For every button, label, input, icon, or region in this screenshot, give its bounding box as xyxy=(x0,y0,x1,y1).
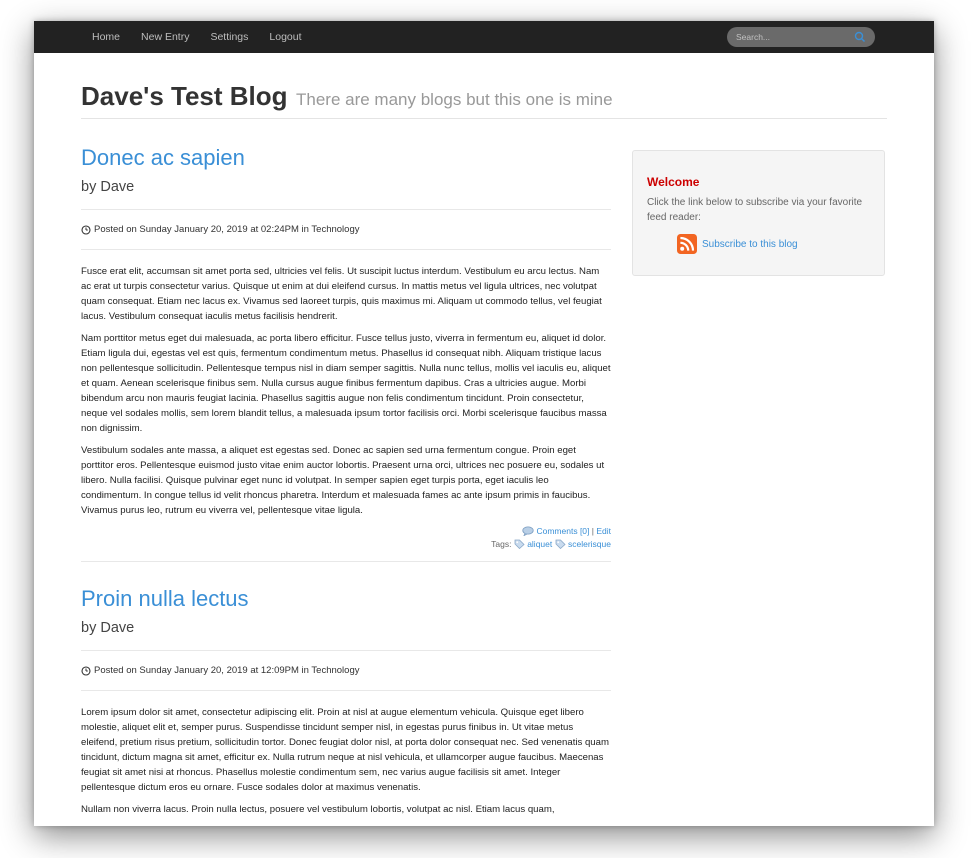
nav-home-link[interactable]: Home xyxy=(92,31,120,43)
post-paragraph: Vestibulum sodales ante massa, a aliquet… xyxy=(81,445,605,516)
widget-title: Welcome xyxy=(647,175,700,189)
search-box xyxy=(727,27,875,47)
site-title[interactable]: Dave's Test Blog xyxy=(81,81,288,111)
top-navbar: Home New Entry Settings Logout xyxy=(34,21,934,53)
main-column: Donec ac sapien by Dave Posted on Sunday… xyxy=(81,145,611,824)
post-divider xyxy=(81,561,611,562)
post-paragraph: Nam porttitor metus eget dui malesuada, … xyxy=(81,333,611,434)
blog-post: Proin nulla lectus by Dave Posted on Sun… xyxy=(81,586,611,817)
nav-settings-link[interactable]: Settings xyxy=(210,31,248,43)
rss-icon[interactable] xyxy=(677,234,697,254)
post-byline: by Dave xyxy=(81,179,611,210)
search-input[interactable] xyxy=(736,32,846,42)
clock-icon xyxy=(81,665,91,676)
post-title-link[interactable]: Proin nulla lectus xyxy=(81,586,611,612)
welcome-widget: Welcome Click the link below to subscrib… xyxy=(632,150,885,276)
post-body: Lorem ipsum dolor sit amet, consectetur … xyxy=(81,691,611,817)
post-body: Fusce erat elit, accumsan sit amet porta… xyxy=(81,250,611,518)
post-paragraph: Lorem ipsum dolor sit amet, consectetur … xyxy=(81,707,609,793)
blog-header: Dave's Test Blog There are many blogs bu… xyxy=(81,81,887,119)
post-meta-text: Posted on Sunday January 20, 2019 at 02:… xyxy=(94,224,360,235)
site-tagline: There are many blogs but this one is min… xyxy=(296,90,613,109)
nav-logout-link[interactable]: Logout xyxy=(269,31,301,43)
post-paragraph: Nullam non viverra lacus. Proin nulla le… xyxy=(81,804,555,815)
widget-text: Click the link below to subscribe via yo… xyxy=(647,197,863,223)
browser-window: Home New Entry Settings Logout Dave's Te… xyxy=(34,21,934,826)
post-footer: Comments [0] | Edit Tags: aliquet sceler… xyxy=(81,525,611,551)
post-byline: by Dave xyxy=(81,620,611,651)
nav-links: Home New Entry Settings Logout xyxy=(92,31,323,43)
comments-link[interactable]: Comments [0] xyxy=(536,526,589,536)
clock-icon xyxy=(81,224,91,235)
post-meta-text: Posted on Sunday January 20, 2019 at 12:… xyxy=(94,665,360,676)
page-content: Dave's Test Blog There are many blogs bu… xyxy=(81,53,887,815)
subscribe-row: Subscribe to this blog xyxy=(677,234,870,254)
nav-new-entry-link[interactable]: New Entry xyxy=(141,31,189,43)
edit-link[interactable]: Edit xyxy=(596,526,611,536)
tag-link[interactable]: aliquet xyxy=(527,539,552,549)
subscribe-link[interactable]: Subscribe to this blog xyxy=(702,239,798,250)
comments-icon xyxy=(522,526,534,537)
post-meta: Posted on Sunday January 20, 2019 at 12:… xyxy=(81,651,611,691)
search-icon[interactable] xyxy=(854,31,866,43)
post-title-link[interactable]: Donec ac sapien xyxy=(81,145,611,171)
tags-label: Tags: xyxy=(491,539,512,549)
tag-link[interactable]: scelerisque xyxy=(568,539,611,549)
blog-post: Donec ac sapien by Dave Posted on Sunday… xyxy=(81,145,611,562)
post-meta: Posted on Sunday January 20, 2019 at 02:… xyxy=(81,210,611,250)
tag-icon xyxy=(514,539,525,550)
post-paragraph: Fusce erat elit, accumsan sit amet porta… xyxy=(81,266,602,322)
tag-icon xyxy=(555,539,566,550)
